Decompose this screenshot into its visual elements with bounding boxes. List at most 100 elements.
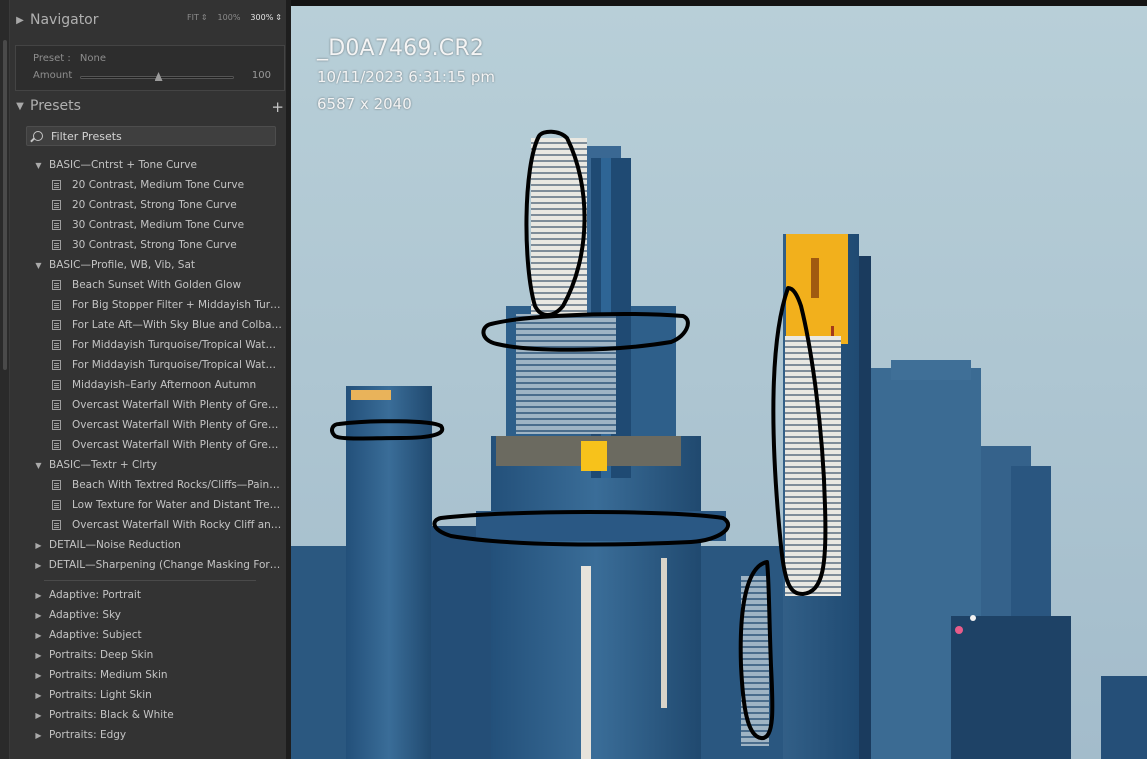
preset-file-icon [52, 380, 61, 390]
preset-item-label: For Big Stopper Filter + Middayish Turq.… [72, 299, 282, 311]
add-preset-icon[interactable]: + [271, 98, 284, 116]
preset-file-icon [52, 360, 61, 370]
photo-viewer[interactable]: _D0A7469.CR2 10/11/2023 6:31:15 pm 6587 … [291, 6, 1147, 759]
photo-capture-time: 10/11/2023 6:31:15 pm [317, 68, 495, 86]
photo-dimensions: 6587 x 2040 [317, 95, 412, 113]
preset-group-label: BASIC—Cntrst + Tone Curve [49, 159, 197, 171]
collapse-triangle-icon[interactable]: ▶ [32, 611, 45, 620]
preset-item[interactable]: Overcast Waterfall With Plenty of Gree..… [26, 435, 282, 455]
collapse-triangle-icon[interactable]: ▶ [32, 711, 45, 720]
preset-item-label: Overcast Waterfall With Plenty of Gree..… [72, 399, 282, 411]
preset-file-icon [52, 320, 61, 330]
navigator-title: Navigator [30, 12, 99, 28]
builtin-preset-group[interactable]: ▶ Portraits: Light Skin [26, 685, 282, 705]
photo-file-name: _D0A7469.CR2 [317, 36, 485, 61]
preset-file-icon [52, 480, 61, 490]
preset-item[interactable]: For Middayish Turquoise/Tropical Water..… [26, 355, 282, 375]
builtin-preset-group-label: Portraits: Light Skin [49, 689, 152, 701]
preset-group[interactable]: ▼ BASIC—Cntrst + Tone Curve [26, 155, 282, 175]
zoom-option-300[interactable]: 300% ⇕ [250, 13, 282, 22]
preset-item[interactable]: Middayish–Early Afternoon Autumn [26, 375, 282, 395]
preset-file-icon [52, 280, 61, 290]
preset-item[interactable]: For Middayish Turquoise/Tropical Water..… [26, 335, 282, 355]
preset-item-label: 30 Contrast, Strong Tone Curve [72, 239, 237, 251]
amount-value[interactable]: 100 [252, 70, 271, 81]
preset-item[interactable]: Low Texture for Water and Distant Tree..… [26, 495, 282, 515]
amount-label: Amount [33, 70, 73, 81]
zoom-option-100[interactable]: 100% [218, 13, 241, 22]
preset-file-icon [52, 500, 61, 510]
preset-item[interactable]: Overcast Waterfall With Plenty of Gree..… [26, 415, 282, 435]
up-down-arrows-icon: ⇕ [275, 13, 282, 22]
preset-group-label: DETAIL—Noise Reduction [49, 539, 181, 551]
collapse-triangle-icon[interactable]: ▶ [32, 651, 45, 660]
left-panel-scroll-rail[interactable] [0, 0, 10, 759]
search-icon [33, 131, 43, 141]
preset-group-label: DETAIL—Sharpening (Change Masking For P.… [48, 559, 282, 571]
expand-triangle-icon[interactable]: ▼ [32, 261, 45, 270]
filter-presets-input[interactable]: Filter Presets [26, 126, 276, 146]
collapse-triangle-icon[interactable]: ▶ [32, 591, 45, 600]
preset-file-icon [52, 520, 61, 530]
expand-triangle-icon[interactable]: ▼ [32, 161, 45, 170]
collapse-triangle-icon[interactable]: ▶ [32, 631, 45, 640]
collapse-triangle-icon[interactable]: ▶ [32, 691, 45, 700]
builtin-preset-group[interactable]: ▶ Portraits: Black & White [26, 705, 282, 725]
builtin-preset-group[interactable]: ▶ Adaptive: Portrait [26, 585, 282, 605]
preset-group-label: BASIC—Profile, WB, Vib, Sat [49, 259, 195, 271]
presets-header[interactable]: ▼ Presets + [10, 92, 286, 120]
expand-triangle-icon[interactable]: ▼ [32, 461, 45, 470]
preset-file-icon [52, 200, 61, 210]
builtin-preset-group[interactable]: ▶ Portraits: Medium Skin [26, 665, 282, 685]
builtin-preset-group-label: Adaptive: Sky [49, 609, 121, 621]
up-down-arrows-icon: ⇕ [200, 13, 208, 22]
preset-item[interactable]: For Late Aft—With Sky Blue and Colbal... [26, 315, 282, 335]
builtin-preset-group[interactable]: ▶ Portraits: Edgy [26, 725, 282, 745]
builtin-preset-group[interactable]: ▶ Adaptive: Subject [26, 625, 282, 645]
preset-file-icon [52, 420, 61, 430]
preset-amount-box: Preset : None Amount 100 [15, 45, 285, 91]
preset-file-icon [52, 220, 61, 230]
preset-item-label: Overcast Waterfall With Rocky Cliff and.… [72, 519, 282, 531]
collapse-triangle-icon[interactable]: ▶ [32, 731, 45, 740]
builtin-preset-group[interactable]: ▶ Adaptive: Sky [26, 605, 282, 625]
collapse-triangle-icon[interactable]: ▶ [32, 561, 45, 570]
builtin-preset-group-label: Portraits: Edgy [49, 729, 127, 741]
filter-presets-placeholder: Filter Presets [51, 129, 122, 143]
preset-file-icon [52, 400, 61, 410]
preset-item[interactable]: Beach Sunset With Golden Glow [26, 275, 282, 295]
builtin-preset-group-label: Portraits: Deep Skin [49, 649, 154, 661]
preset-group[interactable]: ▶ DETAIL—Sharpening (Change Masking For P… [26, 555, 282, 575]
preset-group[interactable]: ▶ DETAIL—Noise Reduction [26, 535, 282, 555]
preset-item-label: Middayish–Early Afternoon Autumn [72, 379, 257, 391]
preset-item-label: For Middayish Turquoise/Tropical Water..… [72, 339, 282, 351]
preset-label: Preset : [33, 53, 71, 64]
preset-file-icon [52, 440, 61, 450]
expand-triangle-icon[interactable]: ▼ [10, 101, 30, 112]
preset-group[interactable]: ▼ BASIC—Textr + Clrty [26, 455, 282, 475]
navigator-header[interactable]: ▶ Navigator FIT ⇕ 100% 300% ⇕ [10, 6, 286, 34]
preset-value[interactable]: None [80, 53, 106, 64]
builtin-preset-group[interactable]: ▶ Portraits: Deep Skin [26, 645, 282, 665]
preset-item-label: 30 Contrast, Medium Tone Curve [72, 219, 245, 231]
preset-item[interactable]: 30 Contrast, Medium Tone Curve [26, 215, 282, 235]
preset-item[interactable]: 20 Contrast, Medium Tone Curve [26, 175, 282, 195]
preset-item[interactable]: 20 Contrast, Strong Tone Curve [26, 195, 282, 215]
preset-item[interactable]: Overcast Waterfall With Plenty of Gree..… [26, 395, 282, 415]
preset-file-icon [52, 340, 61, 350]
collapse-triangle-icon[interactable]: ▶ [32, 541, 45, 550]
left-panel-scrollbar-thumb[interactable] [3, 40, 7, 370]
preset-item[interactable]: 30 Contrast, Strong Tone Curve [26, 235, 282, 255]
builtin-preset-group-label: Adaptive: Portrait [49, 589, 141, 601]
preset-item-label: 20 Contrast, Strong Tone Curve [72, 199, 237, 211]
preset-item-label: For Middayish Turquoise/Tropical Water..… [72, 359, 282, 371]
preset-group[interactable]: ▼ BASIC—Profile, WB, Vib, Sat [26, 255, 282, 275]
preset-item-label: 20 Contrast, Medium Tone Curve [72, 179, 245, 191]
preset-item[interactable]: Overcast Waterfall With Rocky Cliff and.… [26, 515, 282, 535]
collapse-triangle-icon[interactable]: ▶ [32, 671, 45, 680]
zoom-option-fit[interactable]: FIT ⇕ [187, 13, 208, 22]
preset-item[interactable]: For Big Stopper Filter + Middayish Turq.… [26, 295, 282, 315]
preset-item[interactable]: Beach With Textred Rocks/Cliffs—Paint ..… [26, 475, 282, 495]
preset-item-label: Low Texture for Water and Distant Tree..… [72, 499, 282, 511]
collapse-triangle-icon[interactable]: ▶ [10, 15, 30, 26]
